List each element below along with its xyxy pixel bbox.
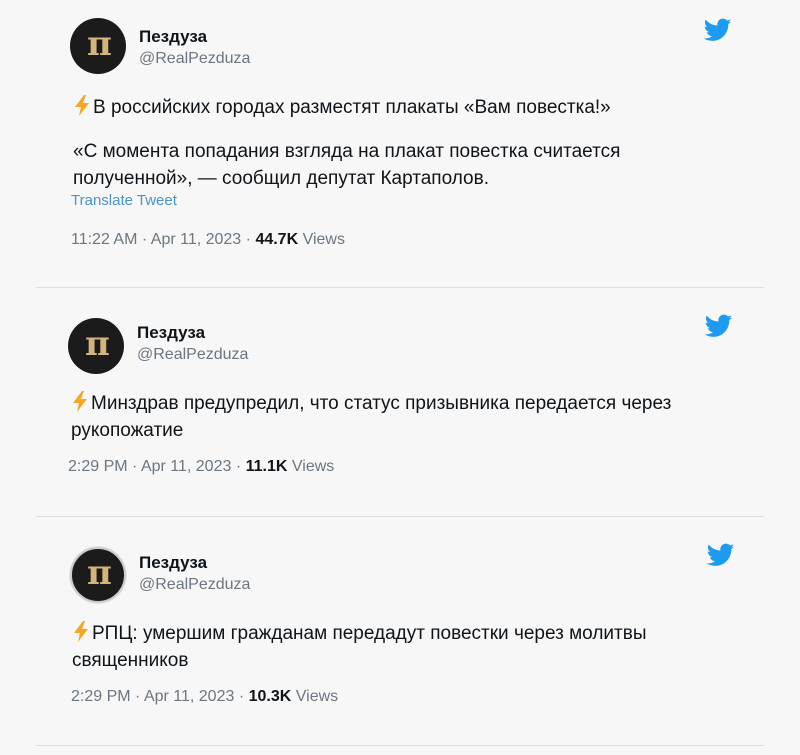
lightning-bolt-icon <box>75 95 89 116</box>
author-name[interactable]: Пездуза <box>139 27 207 47</box>
meta-separator: · <box>245 231 251 248</box>
author-name[interactable]: Пездуза <box>137 323 205 343</box>
avatar[interactable]: п <box>70 18 126 74</box>
views-label: Views <box>291 458 335 475</box>
author-name[interactable]: Пездуза <box>139 553 207 573</box>
tweet-3[interactable]: п Пездуза @RealPezduza РПЦ: умершим граж… <box>0 517 800 755</box>
tweet-meta: 11:22 AM · Apr 11, 2023 · 44.7K Views <box>71 231 345 249</box>
author-handle[interactable]: @RealPezduza <box>137 346 248 364</box>
tweet-paragraph: РПЦ: умершим гражданам передадут повестк… <box>72 620 712 674</box>
lightning-bolt-icon <box>74 621 88 642</box>
author-handle[interactable]: @RealPezduza <box>139 576 250 594</box>
tweet-meta: 2:29 PM · Apr 11, 2023 · 10.3K Views <box>71 688 338 706</box>
tweet-1[interactable]: п Пездуза @RealPezduza В российских горо… <box>0 0 800 287</box>
views-label: Views <box>295 688 339 705</box>
tweet-paragraph: «С момента попадания взгляда на плакат п… <box>73 141 621 189</box>
tweet-meta: 2:29 PM · Apr 11, 2023 · 11.1K Views <box>68 458 334 476</box>
meta-separator: · <box>135 688 141 705</box>
twitter-bird-icon <box>704 314 733 337</box>
tweet-date[interactable]: Apr 11, 2023 <box>141 458 231 475</box>
lightning-bolt-icon <box>73 391 87 412</box>
tweet-text: В российских городах разместят плакаты «… <box>73 94 773 192</box>
tweet-paragraph: Минздрав предупредил, что статус призывн… <box>71 390 721 444</box>
meta-separator: · <box>132 458 138 475</box>
twitter-bird-icon <box>706 543 735 566</box>
meta-separator: · <box>238 688 245 705</box>
views-count[interactable]: 44.7K <box>255 231 298 248</box>
tweet-paragraph-text: Минздрав предупредил, что статус призывн… <box>71 393 672 441</box>
meta-separator: · <box>141 231 148 248</box>
views-count[interactable]: 10.3K <box>249 688 292 705</box>
tweet-2[interactable]: п Пездуза @RealPezduza Минздрав предупре… <box>0 288 800 516</box>
tweet-date[interactable]: Apr 11, 2023 <box>151 231 241 248</box>
views-label: Views <box>302 231 345 248</box>
tweet-text: Минздрав предупредил, что статус призывн… <box>71 390 721 444</box>
tweet-text: РПЦ: умершим гражданам передадут повестк… <box>72 620 712 674</box>
tweet-time[interactable]: 2:29 PM <box>71 688 131 705</box>
tweet-time[interactable]: 11:22 AM <box>71 231 137 248</box>
avatar-logo: п <box>87 553 112 593</box>
divider <box>36 745 764 746</box>
twitter-bird-icon <box>703 18 732 41</box>
avatar-logo: п <box>85 324 110 364</box>
avatar[interactable]: п <box>70 547 126 603</box>
tweet-paragraph: В российских городах разместят плакаты «… <box>73 94 773 121</box>
views-count[interactable]: 11.1K <box>246 458 288 475</box>
translate-tweet-link[interactable]: Translate Tweet <box>71 192 177 209</box>
avatar[interactable]: п <box>68 318 124 374</box>
avatar-logo: п <box>87 24 112 64</box>
author-handle[interactable]: @RealPezduza <box>139 50 250 68</box>
meta-separator: · <box>235 458 242 475</box>
tweet-paragraph-text: РПЦ: умершим гражданам передадут повестк… <box>72 623 647 671</box>
tweet-paragraph-text: В российских городах разместят плакаты «… <box>93 97 611 118</box>
tweet-time[interactable]: 2:29 PM <box>68 458 128 475</box>
tweet-date[interactable]: Apr 11, 2023 <box>144 688 234 705</box>
